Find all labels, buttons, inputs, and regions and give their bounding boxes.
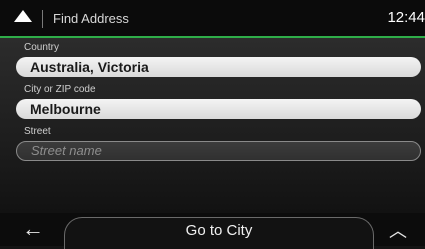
page-title: Find Address: [53, 11, 129, 26]
header-divider: [42, 10, 43, 28]
street-field[interactable]: Street name: [16, 141, 421, 161]
back-arrow-icon[interactable]: ←: [22, 216, 44, 242]
collapse-arrow-icon[interactable]: [14, 10, 32, 22]
street-label: Street: [24, 126, 51, 137]
country-label: Country: [24, 42, 60, 53]
clock: 12:44: [387, 9, 425, 26]
city-field[interactable]: Melbourne: [16, 99, 421, 119]
address-form: Country Australia, Victoria City or ZIP …: [0, 38, 425, 213]
go-to-city-button[interactable]: Go to City: [64, 217, 374, 249]
top-bar: Find Address 12:44: [0, 0, 425, 36]
country-field[interactable]: Australia, Victoria: [16, 57, 421, 77]
city-label: City or ZIP code: [24, 84, 96, 95]
chevron-up-icon[interactable]: ︿: [389, 217, 407, 243]
bottom-bar: ← Go to City ︿: [0, 213, 425, 249]
